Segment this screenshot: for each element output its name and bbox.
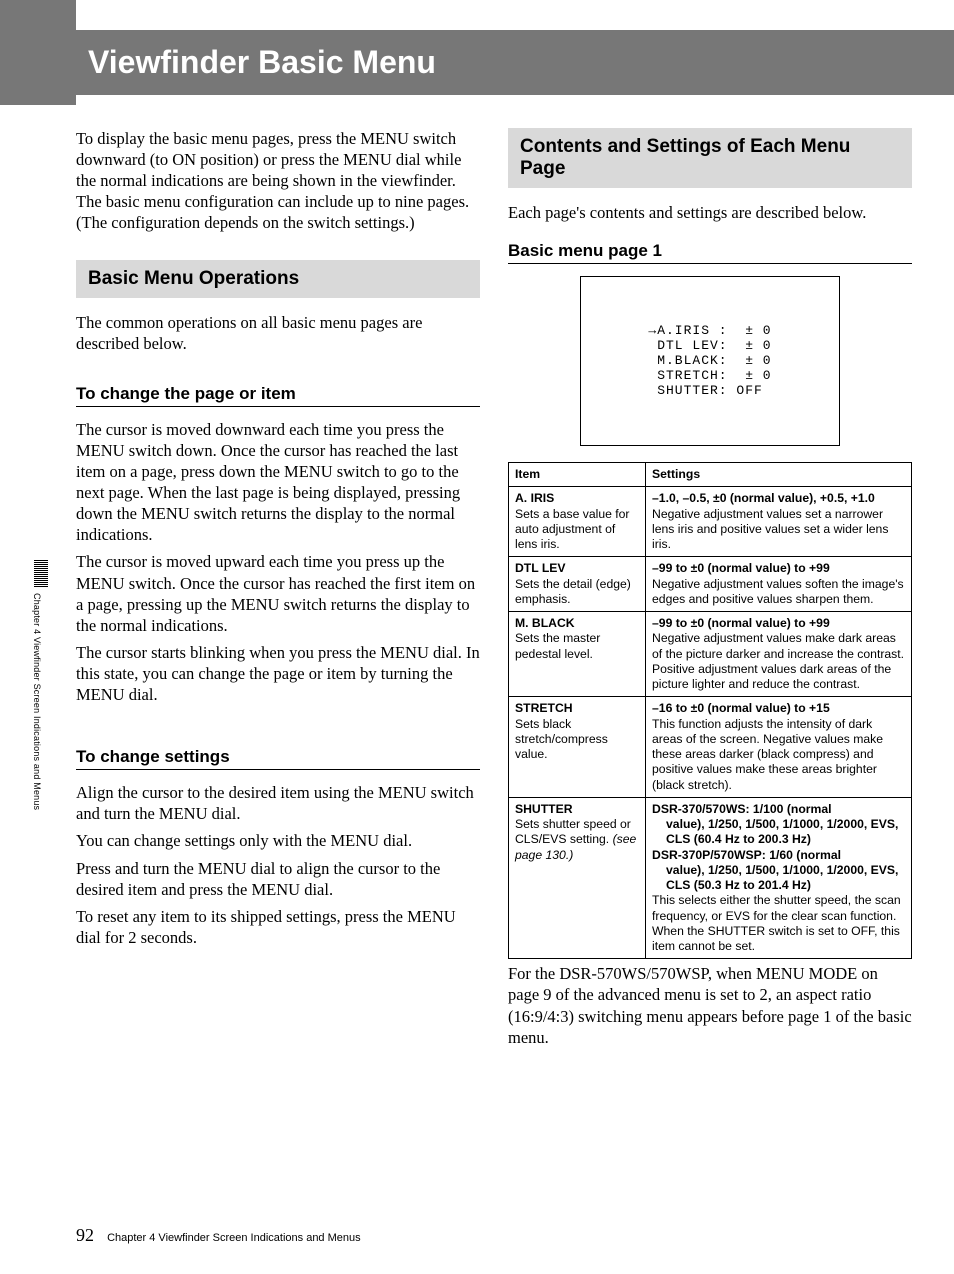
viewfinder-preview-box: →A.IRIS : ± 0 DTL LEV: ± 0 M.BLACK: ± 0 … xyxy=(580,276,840,446)
p1: The common operations on all basic menu … xyxy=(76,312,480,354)
item-title: STRETCH xyxy=(515,701,573,715)
p2: The cursor is moved downward each time y… xyxy=(76,419,480,546)
table-row: STRETCH Sets black stretch/compress valu… xyxy=(509,697,912,798)
set-desc: This function adjusts the intensity of d… xyxy=(652,717,883,792)
set-bold: –1.0, –0.5, ±0 (normal value), +0.5, +1.… xyxy=(652,491,875,505)
set-desc: This selects either the shutter speed, t… xyxy=(652,893,901,953)
set-bold: –99 to ±0 (normal value) to +99 xyxy=(652,561,830,575)
item-desc: Sets black stretch/compress value. xyxy=(515,717,608,762)
p4: The cursor starts blinking when you pres… xyxy=(76,642,480,705)
item-title: SHUTTER xyxy=(515,802,573,816)
cell-item: M. BLACK Sets the master pedestal level. xyxy=(509,612,646,697)
p3: The cursor is moved upward each time you… xyxy=(76,551,480,635)
table-row: M. BLACK Sets the master pedestal level.… xyxy=(509,612,912,697)
item-desc: Sets the master pedestal level. xyxy=(515,631,600,660)
title-bar: Viewfinder Basic Menu xyxy=(76,30,954,95)
item-title: A. IRIS xyxy=(515,491,554,505)
viewfinder-preview-text: →A.IRIS : ± 0 DTL LEV: ± 0 M.BLACK: ± 0 … xyxy=(648,324,771,399)
table-row: DTL LEV Sets the detail (edge) emphasis.… xyxy=(509,557,912,612)
side-label-text: Chapter 4 Viewfinder Screen Indications … xyxy=(32,593,42,810)
table-row: A. IRIS Sets a base value for auto adjus… xyxy=(509,487,912,557)
cell-settings: –1.0, –0.5, ±0 (normal value), +0.5, +1.… xyxy=(646,487,912,557)
intro-paragraph: To display the basic menu pages, press t… xyxy=(76,128,480,234)
page-title: Viewfinder Basic Menu xyxy=(88,44,436,81)
settings-table: Item Settings A. IRIS Sets a base value … xyxy=(508,462,912,959)
right-column: Contents and Settings of Each Menu Page … xyxy=(508,128,912,1214)
p7: Press and turn the MENU dial to align th… xyxy=(76,858,480,900)
p6: You can change settings only with the ME… xyxy=(76,830,480,851)
set-desc: Negative adjustment values set a narrowe… xyxy=(652,507,888,552)
page-number: 92 xyxy=(76,1225,94,1245)
table-header-row: Item Settings xyxy=(509,463,912,487)
cell-item: STRETCH Sets black stretch/compress valu… xyxy=(509,697,646,798)
after-table-paragraph: For the DSR-570WS/570WSP, when MENU MODE… xyxy=(508,963,912,1047)
cell-item: A. IRIS Sets a base value for auto adjus… xyxy=(509,487,646,557)
set-block2a: DSR-370P/570WSP: 1/60 (normal xyxy=(652,848,841,862)
th-item: Item xyxy=(509,463,646,487)
p8: To reset any item to its shipped setting… xyxy=(76,906,480,948)
footer-chapter: Chapter 4 Viewfinder Screen Indications … xyxy=(107,1232,361,1244)
left-column: To display the basic menu pages, press t… xyxy=(76,128,480,1214)
sub-change-settings: To change settings xyxy=(76,747,480,770)
set-desc: Negative adjustment values make dark are… xyxy=(652,631,904,691)
cell-item: SHUTTER Sets shutter speed or CLS/EVS se… xyxy=(509,797,646,959)
set-block1a: DSR-370/570WS: 1/100 (normal xyxy=(652,802,832,816)
cell-settings: –99 to ±0 (normal value) to +99 Negative… xyxy=(646,612,912,697)
cell-settings: –99 to ±0 (normal value) to +99 Negative… xyxy=(646,557,912,612)
sub-change-page: To change the page or item xyxy=(76,384,480,407)
set-bold: –99 to ±0 (normal value) to +99 xyxy=(652,616,830,630)
cell-settings: DSR-370/570WS: 1/100 (normal value), 1/2… xyxy=(646,797,912,959)
item-desc: Sets the detail (edge) emphasis. xyxy=(515,577,631,606)
item-title: DTL LEV xyxy=(515,561,566,575)
section-contents-settings: Contents and Settings of Each Menu Page xyxy=(508,128,912,188)
p5: Align the cursor to the desired item usi… xyxy=(76,782,480,824)
side-bars-icon xyxy=(34,560,48,587)
r-p1: Each page's contents and settings are de… xyxy=(508,202,912,223)
footer: 92 Chapter 4 Viewfinder Screen Indicatio… xyxy=(76,1225,361,1246)
set-block2b: value), 1/250, 1/500, 1/1000, 1/2000, EV… xyxy=(652,863,905,894)
th-settings: Settings xyxy=(646,463,912,487)
sub-basic-menu-page-1: Basic menu page 1 xyxy=(508,241,912,264)
sidebar-stub xyxy=(0,0,76,105)
cell-item: DTL LEV Sets the detail (edge) emphasis. xyxy=(509,557,646,612)
set-block1b: value), 1/250, 1/500, 1/1000, 1/2000, EV… xyxy=(652,817,905,848)
set-bold: –16 to ±0 (normal value) to +15 xyxy=(652,701,830,715)
item-title: M. BLACK xyxy=(515,616,575,630)
item-desc: Sets a base value for auto adjustment of… xyxy=(515,507,630,552)
side-label-block: Chapter 4 Viewfinder Screen Indications … xyxy=(34,560,52,810)
set-desc: Negative adjustment values soften the im… xyxy=(652,577,904,606)
section-basic-menu-operations: Basic Menu Operations xyxy=(76,260,480,298)
cell-settings: –16 to ±0 (normal value) to +15 This fun… xyxy=(646,697,912,798)
table-row: SHUTTER Sets shutter speed or CLS/EVS se… xyxy=(509,797,912,959)
